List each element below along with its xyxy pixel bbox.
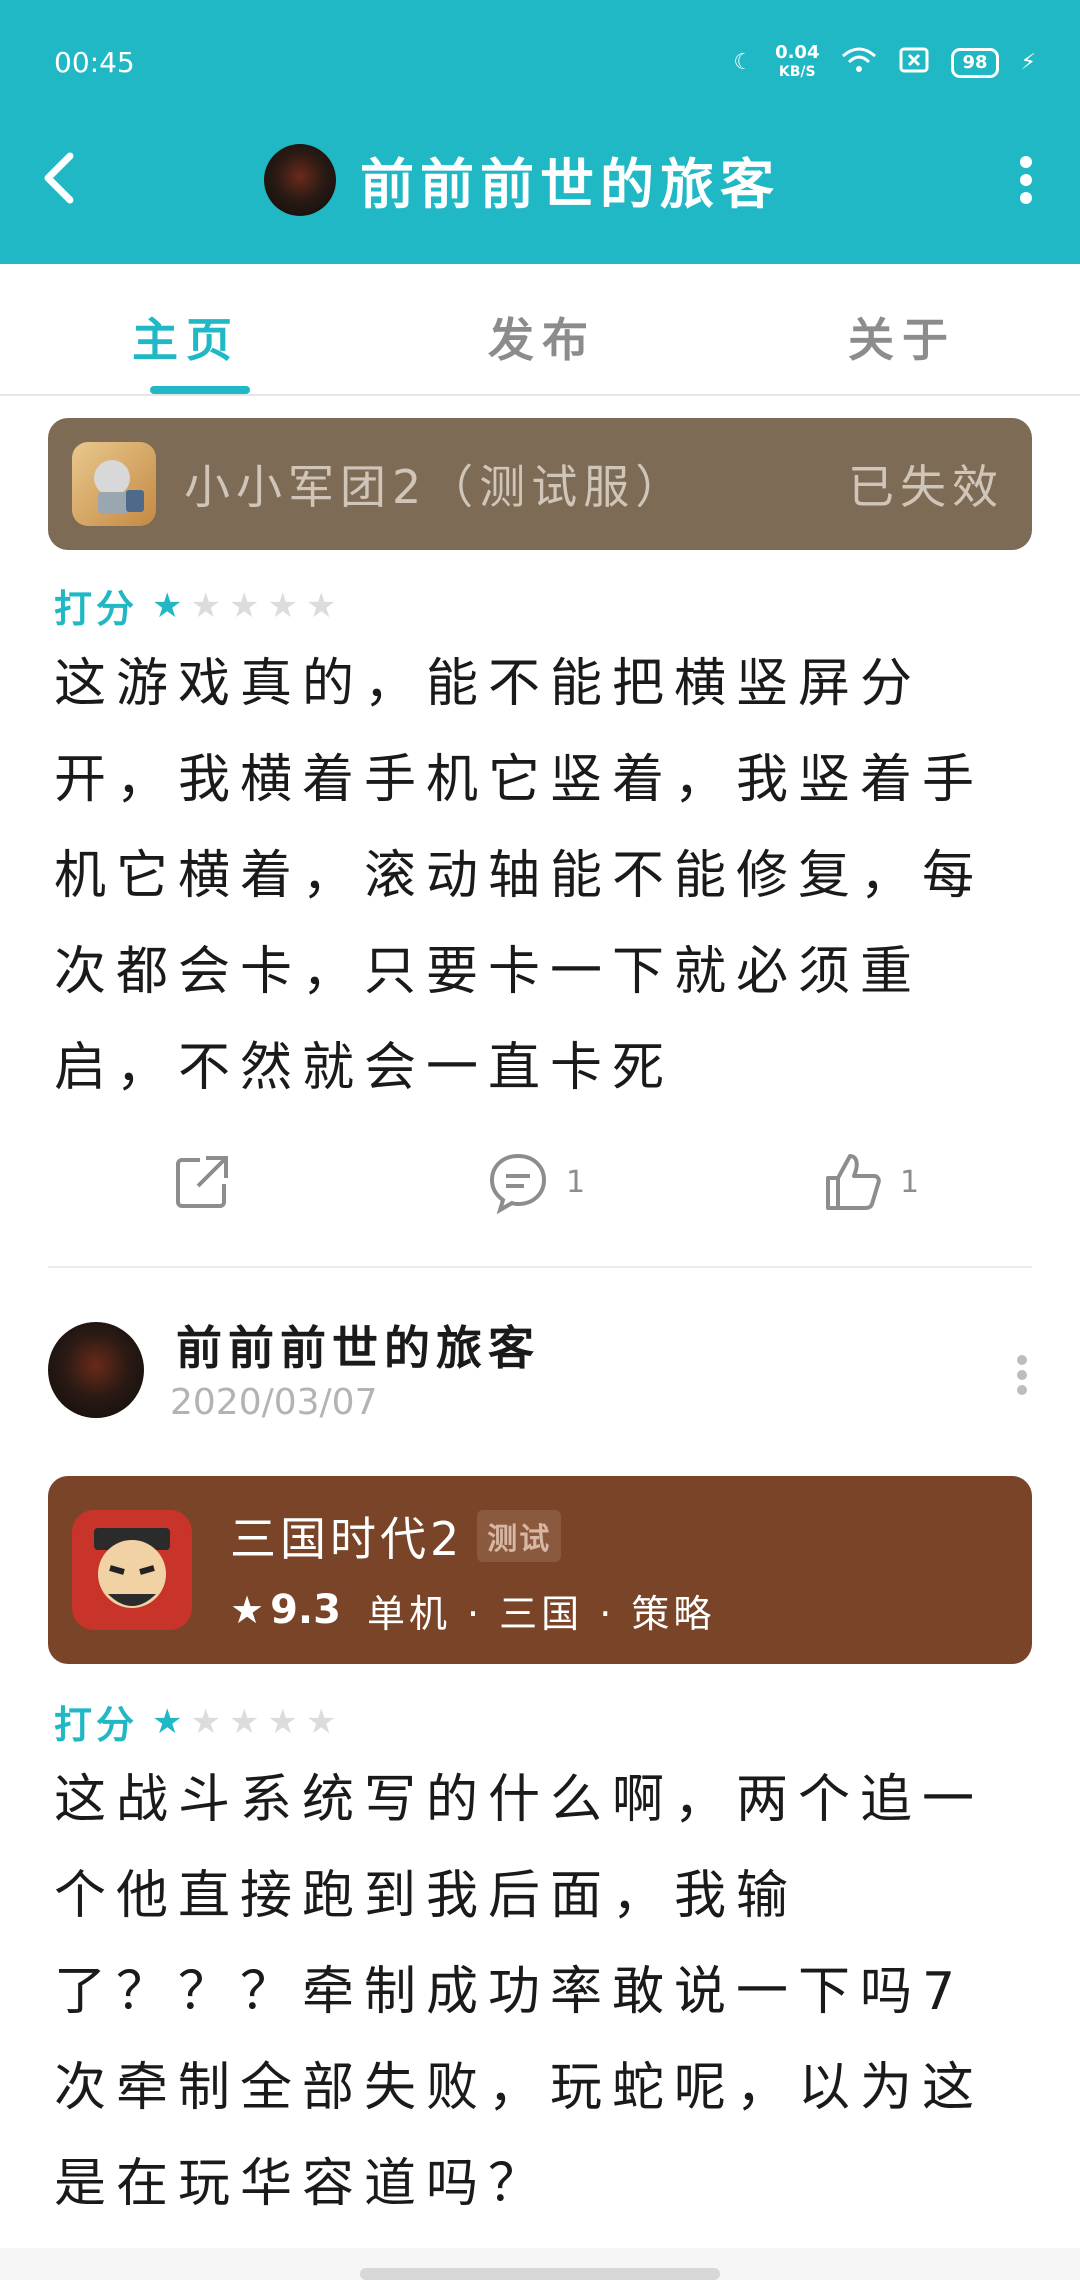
star-icon: ★	[305, 1701, 337, 1742]
rating: 打分 ★ ★ ★ ★ ★	[54, 578, 344, 633]
comment-button[interactable]: 1	[486, 1150, 585, 1214]
author-avatar[interactable]	[48, 1322, 144, 1418]
game-status: 已失效	[848, 460, 1004, 514]
wifi-icon	[841, 46, 877, 80]
comment-count: 1	[566, 1164, 586, 1200]
tab-posts[interactable]: 发布	[488, 304, 596, 370]
battery-indicator: 98	[951, 47, 999, 78]
share-icon	[176, 1156, 228, 1208]
back-button[interactable]	[36, 148, 86, 208]
game-info: 三国时代2 测试 ★ 9.3 单机 · 三国 · 策略	[230, 1503, 715, 1638]
game-tags: 单机 · 三国 · 策略	[366, 1591, 716, 1636]
tab-bar: 主页 发布 关于	[0, 264, 1080, 396]
like-count: 1	[900, 1164, 920, 1200]
sim-icon	[899, 47, 929, 79]
star-icon: ★	[152, 1701, 183, 1742]
status-time: 00:45	[54, 46, 135, 79]
test-badge: 测试	[477, 1509, 562, 1562]
star-icon: ★	[228, 585, 260, 626]
star-icon: ★	[152, 585, 183, 626]
charging-icon: ⚡	[1020, 50, 1036, 75]
star-icon: ★	[190, 1701, 221, 1742]
rating-label: 打分	[54, 587, 139, 631]
bottom-handle	[360, 2268, 720, 2280]
thumbs-up-icon	[826, 1154, 881, 1210]
title-wrap: 前前前世的旅客	[264, 140, 780, 219]
tab-about[interactable]: 关于	[848, 304, 956, 370]
top-app-bar: 00:45 ☾ 0.04 KB/S 98 ⚡ 前前前世的旅客	[0, 0, 1080, 264]
divider	[48, 1266, 1032, 1268]
author-name[interactable]: 前前前世的旅客	[176, 1312, 540, 1378]
star-icon: ★	[230, 1588, 265, 1632]
star-icon: ★	[228, 1701, 260, 1742]
rating: 打分 ★ ★ ★ ★ ★	[54, 1694, 344, 1749]
tab-home[interactable]: 主页	[132, 304, 240, 370]
rating-label: 打分	[54, 1703, 139, 1747]
game-name: 小小军团2（测试服）	[184, 460, 688, 514]
tab-indicator	[150, 386, 250, 394]
post-actions: 1 1	[0, 1150, 1080, 1230]
review-text: 这战斗系统写的什么啊，两个追一个他直接跑到我后面，我输了？？？牵制成功率敢说一下…	[54, 1770, 985, 2214]
star-icon: ★	[267, 585, 298, 626]
more-options-button[interactable]	[1016, 150, 1036, 210]
game-name: 三国时代2	[230, 1511, 464, 1566]
avatar[interactable]	[264, 143, 336, 216]
review-text: 这游戏真的，能不能把横竖屏分开，我横着手机它竖着，我竖着手机它横着，滚动轴能不能…	[54, 654, 985, 1098]
network-speed: 0.04 KB/S	[775, 42, 820, 81]
game-score: 9.3	[270, 1587, 341, 1633]
page-title: 前前前世的旅客	[360, 153, 780, 216]
game-icon	[72, 1510, 192, 1630]
star-icon: ★	[267, 1701, 298, 1742]
moon-icon: ☾	[733, 50, 754, 75]
comment-icon	[489, 1153, 547, 1214]
like-button[interactable]: 1	[820, 1150, 919, 1214]
star-icon: ★	[190, 585, 221, 626]
game-card[interactable]: 小小军团2（测试服） 已失效	[48, 418, 1032, 550]
post-date: 2020/03/07	[170, 1382, 378, 1423]
share-button[interactable]	[170, 1150, 234, 1214]
status-icons: ☾ 0.04 KB/S 98 ⚡	[733, 44, 1036, 81]
game-card[interactable]: 三国时代2 测试 ★ 9.3 单机 · 三国 · 策略	[48, 1476, 1032, 1664]
star-icon: ★	[305, 585, 337, 626]
post-more-button[interactable]	[1012, 1350, 1032, 1410]
game-icon	[72, 442, 156, 526]
